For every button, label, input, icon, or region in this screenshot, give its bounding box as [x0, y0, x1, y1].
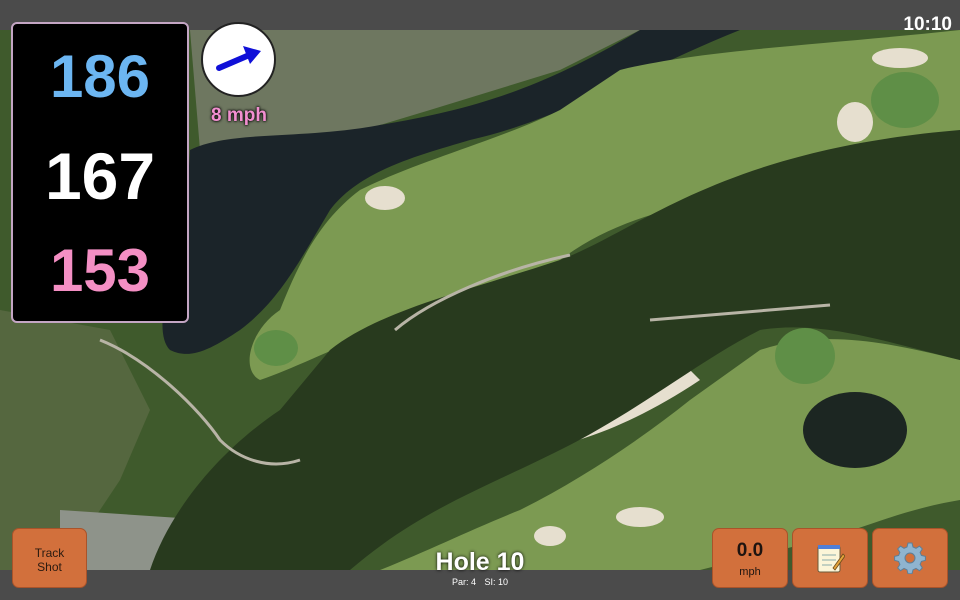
wind-button-unit: mph — [739, 566, 761, 578]
gear-icon — [894, 542, 926, 574]
hole-stroke-index: SI: 10 — [484, 577, 509, 587]
hole-info: Par: 4 SI: 10 — [380, 577, 580, 587]
wind-direction-dial — [201, 22, 276, 97]
notes-button[interactable] — [792, 528, 868, 588]
settings-button[interactable] — [872, 528, 948, 588]
distance-front: 153 — [49, 237, 151, 304]
distance-middle: 167 — [44, 139, 156, 213]
golf-gps-screen: 10:10 186 167 153 8 mph Track Shot Hole … — [0, 0, 960, 600]
track-shot-label-line1: Track — [34, 546, 65, 560]
hole-par: Par: 4 — [451, 577, 476, 587]
wind-speed-button[interactable]: 0.0 mph — [712, 528, 788, 588]
distance-panel: 186 167 153 — [11, 22, 189, 323]
status-clock: 10:10 — [903, 14, 952, 35]
notepad-icon — [817, 545, 845, 573]
track-shot-label-line2: Shot — [37, 560, 62, 574]
wind-speed-label: 8 mph — [211, 105, 267, 126]
wind-arrow-icon — [216, 46, 261, 71]
distance-back: 186 — [49, 43, 151, 110]
hole-title: Hole 10 — [435, 548, 525, 576]
wind-button-value: 0.0 — [736, 540, 764, 561]
track-shot-button[interactable]: Track Shot — [12, 528, 87, 588]
